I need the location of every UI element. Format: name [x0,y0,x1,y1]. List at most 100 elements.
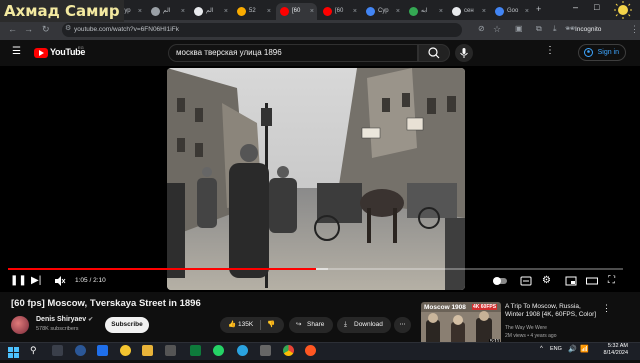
whatsapp-icon[interactable] [213,345,224,356]
more-actions-button[interactable]: ⋯ [394,317,411,333]
reload-icon[interactable]: ↻ [42,22,50,36]
browser-tab[interactable]: Goo × [491,3,532,20]
sign-in-button[interactable]: Sign in [578,44,626,61]
time-display: 1:05 / 2:10 [75,277,106,284]
tab-close-icon[interactable]: × [482,3,486,20]
voice-search-button[interactable] [455,44,473,62]
zoom-app-icon[interactable] [75,345,86,356]
share-label: Share [307,321,325,328]
like-icon[interactable]: 👍 [228,317,236,333]
browser-tab[interactable]: [60 × [276,3,317,20]
autoplay-toggle-icon[interactable] [492,275,508,291]
channel-avatar[interactable] [11,316,29,334]
browser-tab[interactable]: ابه × [405,3,446,20]
url-text[interactable]: youtube.com/watch?v=6FN06HI1iFk [74,24,179,36]
browser-tab[interactable]: Сур × [362,3,403,20]
video-title: [60 fps] Moscow, Tverskaya Street in 189… [11,298,201,309]
fullscreen-icon[interactable]: ⛶ [608,275,615,287]
back-icon[interactable]: ← [8,22,17,36]
start-menu-icon[interactable] [8,345,19,358]
like-divider [260,320,261,330]
suggested-channel[interactable]: The Way We Were [505,325,547,331]
tab-close-icon[interactable]: × [439,3,443,20]
app-icon-3[interactable] [190,345,201,356]
next-icon[interactable]: ▶| [31,275,41,287]
tab-favicon-icon [323,7,332,16]
settings-gear-icon[interactable]: ⚙ [542,275,551,287]
settings-more-icon[interactable]: ⋮ [545,45,555,56]
hamburger-menu-icon[interactable]: ☰ [12,46,21,57]
forward-icon[interactable]: → [24,22,33,36]
chrome-icon[interactable] [283,345,294,356]
new-tab-icon[interactable]: + [536,4,541,14]
app-icon-4[interactable] [260,345,271,356]
subscribe-button[interactable]: Subscribe [105,317,149,333]
microphone-icon [460,48,468,58]
tab-close-icon[interactable]: × [396,3,400,20]
duration: 2:10 [93,277,106,284]
sun-logo-icon [612,1,634,21]
eye-off-icon[interactable]: ⊘ [478,22,485,36]
region-code: EG [78,45,84,50]
dislike-icon[interactable]: 👎 [267,317,275,333]
app-icon-1[interactable] [97,345,108,356]
tab-close-icon[interactable]: × [310,3,314,20]
browser-tab[interactable]: 52 × [233,3,274,20]
captions-icon[interactable] [520,275,532,291]
sign-in-label: Sign in [597,49,619,56]
tray-chevron-icon[interactable]: ^ [540,346,543,352]
like-dislike-group: 👍 135K 👎 [220,317,284,333]
incognito-icon: 🕶 [565,24,576,33]
channel-name[interactable]: Denis Shiryaev ✔ [36,316,93,323]
wifi-tray-icon[interactable]: 📶 [580,345,589,353]
like-count[interactable]: 135K [238,317,253,333]
tab-close-icon[interactable]: × [525,3,529,20]
tab-close-icon[interactable]: × [353,3,357,20]
extensions-puzzle-icon[interactable]: ⧉ [536,22,542,36]
search-button[interactable] [418,44,450,62]
pause-icon[interactable]: ❚❚ [10,275,27,287]
volume-tray-icon[interactable]: 🔊 [568,345,577,353]
search-taskbar-icon[interactable]: ⚲ [30,345,41,356]
share-button[interactable]: ↪ Share [289,317,333,333]
browser-menu-icon[interactable]: ⋮ [630,22,639,36]
tab-close-icon[interactable]: × [138,3,142,20]
progress-played[interactable] [8,268,316,270]
yandex-icon[interactable] [120,345,131,356]
download-icon: ⤓ [344,321,347,328]
video-frame[interactable] [167,68,465,290]
tab-label: 52 [249,8,256,14]
browser-tab[interactable]: الم × [147,3,188,20]
theater-mode-icon[interactable] [586,275,598,291]
tab-label: Goo [507,8,519,14]
suggested-more-icon[interactable]: ⋮ [602,303,611,314]
minimize-icon[interactable]: – [573,2,578,12]
app-icon-5[interactable] [305,345,316,356]
file-explorer-icon[interactable] [142,345,153,356]
site-info-icon[interactable]: ⚙ [65,22,71,36]
suggested-video-title[interactable]: A Trip To Moscow, Russia, Winter 1908 [4… [505,303,600,319]
telegram-icon[interactable] [237,345,248,356]
tab-close-icon[interactable]: × [181,3,185,20]
downloads-icon[interactable]: ⤓ [553,22,557,36]
language-indicator[interactable]: ENG [550,346,562,352]
tab-favicon-icon [237,7,246,16]
download-button[interactable]: ⤓ Download [337,317,391,333]
browser-tab[interactable]: [60 × [319,3,360,20]
current-time: 1:05 [75,277,88,284]
task-view-icon[interactable] [52,345,63,356]
bookmark-star-icon[interactable]: ☆ [493,22,501,36]
play-triangle-icon [39,50,44,56]
thumbnail-badge: 4K 60FPS [472,304,498,310]
browser-tab[interactable]: الم × [190,3,231,20]
tab-close-icon[interactable]: × [224,3,228,20]
tab-close-icon[interactable]: × [267,3,271,20]
browser-tab[interactable]: сен × [448,3,489,20]
search-query-text[interactable]: москва тверская улица 1896 [176,44,282,62]
app-icon-2[interactable] [165,345,176,356]
extension-icon[interactable]: ▣ [515,22,523,36]
miniplayer-icon[interactable] [565,275,577,291]
maximize-icon[interactable]: □ [594,2,599,12]
volume-muted-icon[interactable] [54,275,66,291]
clock[interactable]: 5:32 AM 8/14/2024 [592,343,628,357]
